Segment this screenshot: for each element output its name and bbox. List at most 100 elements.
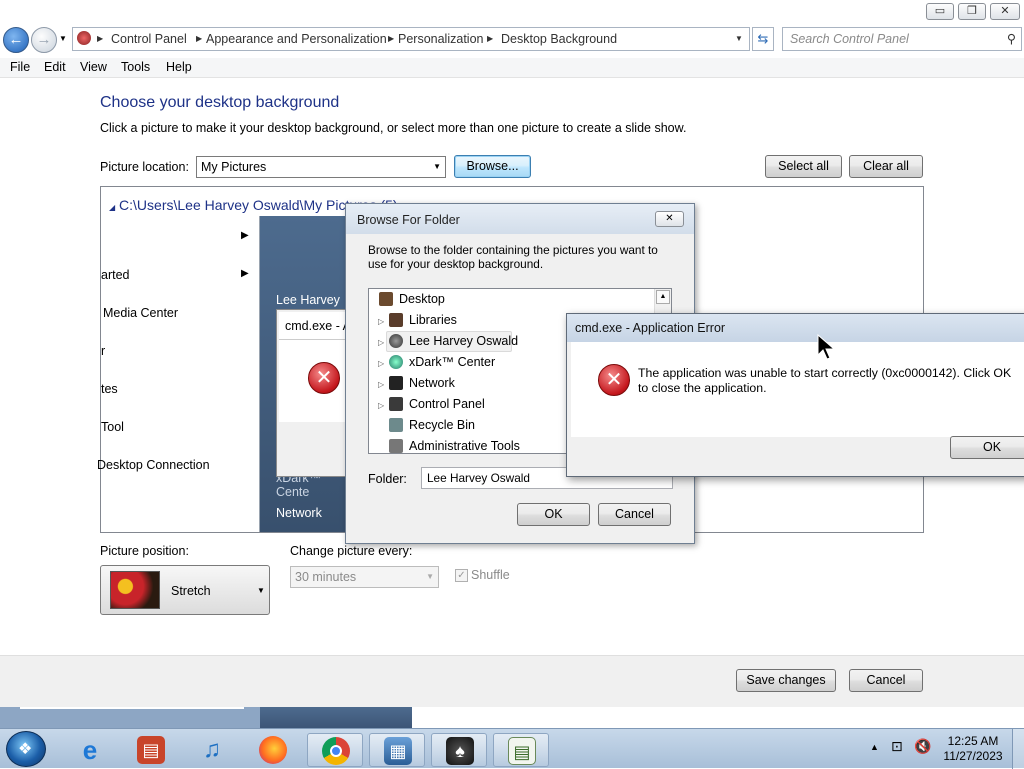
browse-cancel-button[interactable]: Cancel xyxy=(598,503,671,526)
minimize-button[interactable]: ▭ xyxy=(926,3,954,20)
forward-arrow-icon: → xyxy=(36,31,52,48)
close-button[interactable]: ✕ xyxy=(990,3,1020,20)
close-icon: ✕ xyxy=(665,213,674,224)
menu-tools[interactable]: Tools xyxy=(121,60,150,74)
expand-icon[interactable]: ▷ xyxy=(378,338,384,347)
breadcrumb-control-panel[interactable]: Control Panel xyxy=(111,28,187,50)
tree-item-xdark-center[interactable]: xDark™ Center xyxy=(409,355,495,369)
select-all-button[interactable]: Select all xyxy=(765,155,842,178)
picture-position-select[interactable]: Stretch ▼ xyxy=(100,565,270,615)
browse-dialog-close-button[interactable]: ✕ xyxy=(655,211,684,227)
tree-item-control-panel[interactable]: Control Panel xyxy=(409,397,485,411)
menu-help[interactable]: Help xyxy=(166,60,192,74)
shuffle-label: Shuffle xyxy=(471,568,510,582)
refresh-button[interactable]: ⇆ xyxy=(752,27,774,51)
tree-item-administrative-tools[interactable]: Administrative Tools xyxy=(409,439,520,453)
control-panel-window-icon: ▦ xyxy=(384,737,412,765)
tree-item-libraries[interactable]: Libraries xyxy=(409,313,457,327)
start-menu-item[interactable]: r xyxy=(101,344,105,358)
error-dialog-body: ✕ The application was unable to start co… xyxy=(571,342,1024,437)
scroll-up-icon[interactable]: ▲ xyxy=(656,290,670,304)
start-menu-item[interactable]: Desktop Connection xyxy=(97,458,210,472)
expand-icon[interactable]: ▷ xyxy=(378,317,384,326)
browse-dialog-titlebar: Browse For Folder ✕ xyxy=(346,204,694,234)
start-menu-item[interactable]: Media Center xyxy=(103,306,178,320)
error-ok-button[interactable]: OK xyxy=(950,436,1024,459)
search-placeholder: Search Control Panel xyxy=(790,32,909,46)
desktop-icon xyxy=(379,292,393,306)
start-menu-item[interactable]: arted xyxy=(101,268,130,282)
collapse-icon: ◢ xyxy=(109,203,116,212)
shuffle-checkbox[interactable]: ✓ xyxy=(455,569,468,582)
breadcrumb-separator-icon[interactable]: ▶ xyxy=(196,28,202,50)
cancel-button[interactable]: Cancel xyxy=(849,669,923,692)
taskbar-chrome[interactable] xyxy=(307,733,363,767)
libraries-icon xyxy=(389,313,403,327)
picture-location-select[interactable]: My Pictures ▼ xyxy=(196,156,446,178)
music-note-icon: ♫ xyxy=(203,736,221,763)
control-panel-icon xyxy=(77,31,91,45)
taskbar-internet-explorer[interactable]: e xyxy=(62,733,118,767)
refresh-icon: ⇆ xyxy=(757,31,769,46)
background-error-dialog: cmd.exe - A ✕ xyxy=(276,309,346,477)
start-menu-item[interactable]: Tool xyxy=(101,420,124,434)
submenu-arrow-icon: ▶ xyxy=(241,230,249,241)
error-dialog-titlebar: cmd.exe - Application Error xyxy=(567,314,1024,342)
forward-button[interactable]: → xyxy=(31,27,57,53)
flower-thumbnail-icon xyxy=(110,571,160,609)
background-dialog-title: cmd.exe - A xyxy=(279,312,345,340)
address-bar[interactable]: ▶ Control Panel ▶ Appearance and Persona… xyxy=(72,27,750,51)
chevron-down-icon: ▼ xyxy=(433,162,441,171)
breadcrumb-separator-icon[interactable]: ▶ xyxy=(97,28,103,50)
breadcrumb-appearance[interactable]: Appearance and Personalization xyxy=(206,28,387,50)
breadcrumb-desktop-background[interactable]: Desktop Background xyxy=(501,28,617,50)
start-button[interactable]: ❖ xyxy=(6,731,46,767)
browse-ok-button[interactable]: OK xyxy=(517,503,590,526)
back-button[interactable]: ← xyxy=(3,27,29,53)
menu-file[interactable]: File xyxy=(10,60,30,74)
expand-icon[interactable]: ▷ xyxy=(378,401,384,410)
start-menu-network[interactable]: Network xyxy=(276,506,322,520)
address-dropdown-icon[interactable]: ▼ xyxy=(735,28,743,50)
search-icon[interactable]: ⚲ xyxy=(1007,28,1016,50)
menu-edit[interactable]: Edit xyxy=(44,60,66,74)
taskbar-notepad[interactable]: ▤ xyxy=(493,733,549,767)
change-interval-select[interactable]: 30 minutes ▼ xyxy=(290,566,439,588)
browse-button[interactable]: Browse... xyxy=(454,155,531,178)
taskbar-firefox[interactable] xyxy=(245,733,301,767)
error-dialog-title: cmd.exe - Application Error xyxy=(575,321,726,335)
expand-icon[interactable]: ▷ xyxy=(378,380,384,389)
breadcrumb-separator-icon[interactable]: ▶ xyxy=(388,28,394,50)
start-menu-left-panel: ▶ arted ▶ Media Center r tes Tool Deskto… xyxy=(97,216,260,532)
window-titlebar: ▭ ❐ ✕ xyxy=(0,0,1024,24)
menu-view[interactable]: View xyxy=(80,60,107,74)
taskbar-control-panel[interactable]: ▦ xyxy=(369,733,425,767)
volume-muted-icon[interactable]: 🔇 xyxy=(914,738,931,755)
tree-item-desktop[interactable]: Desktop xyxy=(399,292,445,306)
breadcrumb-separator-icon[interactable]: ▶ xyxy=(487,28,493,50)
network-tray-icon[interactable]: ⊡ xyxy=(891,738,903,755)
taskbar-xdark[interactable]: ♠ xyxy=(431,733,487,767)
start-menu-item[interactable]: tes xyxy=(101,382,118,396)
start-menu-search-strip xyxy=(0,707,412,728)
application-error-dialog: cmd.exe - Application Error ✕ The applic… xyxy=(566,313,1024,477)
tree-item-recycle-bin[interactable]: Recycle Bin xyxy=(409,418,475,432)
expand-icon[interactable]: ▷ xyxy=(378,359,384,368)
show-desktop-button[interactable] xyxy=(1012,729,1024,769)
folder-field-value: Lee Harvey Oswald xyxy=(427,471,530,485)
maximize-button[interactable]: ❐ xyxy=(958,3,986,20)
search-input[interactable]: Search Control Panel ⚲ xyxy=(782,27,1022,51)
system-clock[interactable]: 12:25 AM 11/27/2023 xyxy=(938,734,1008,764)
tree-item-network[interactable]: Network xyxy=(409,376,455,390)
breadcrumb-personalization[interactable]: Personalization xyxy=(398,28,483,50)
tree-item-user-folder[interactable]: Lee Harvey Oswald xyxy=(409,334,518,348)
taskbar-app-store[interactable]: ▤ xyxy=(123,733,179,767)
back-arrow-icon: ← xyxy=(8,31,24,48)
clear-all-button[interactable]: Clear all xyxy=(849,155,923,178)
show-hidden-icons-icon[interactable]: ▲ xyxy=(870,742,879,752)
recent-pages-dropdown-icon[interactable]: ▼ xyxy=(59,34,67,43)
save-changes-button[interactable]: Save changes xyxy=(736,669,836,692)
page-title: Choose your desktop background xyxy=(100,94,340,111)
picture-location-value: My Pictures xyxy=(201,160,267,174)
taskbar-music-player[interactable]: ♫ xyxy=(184,733,240,767)
